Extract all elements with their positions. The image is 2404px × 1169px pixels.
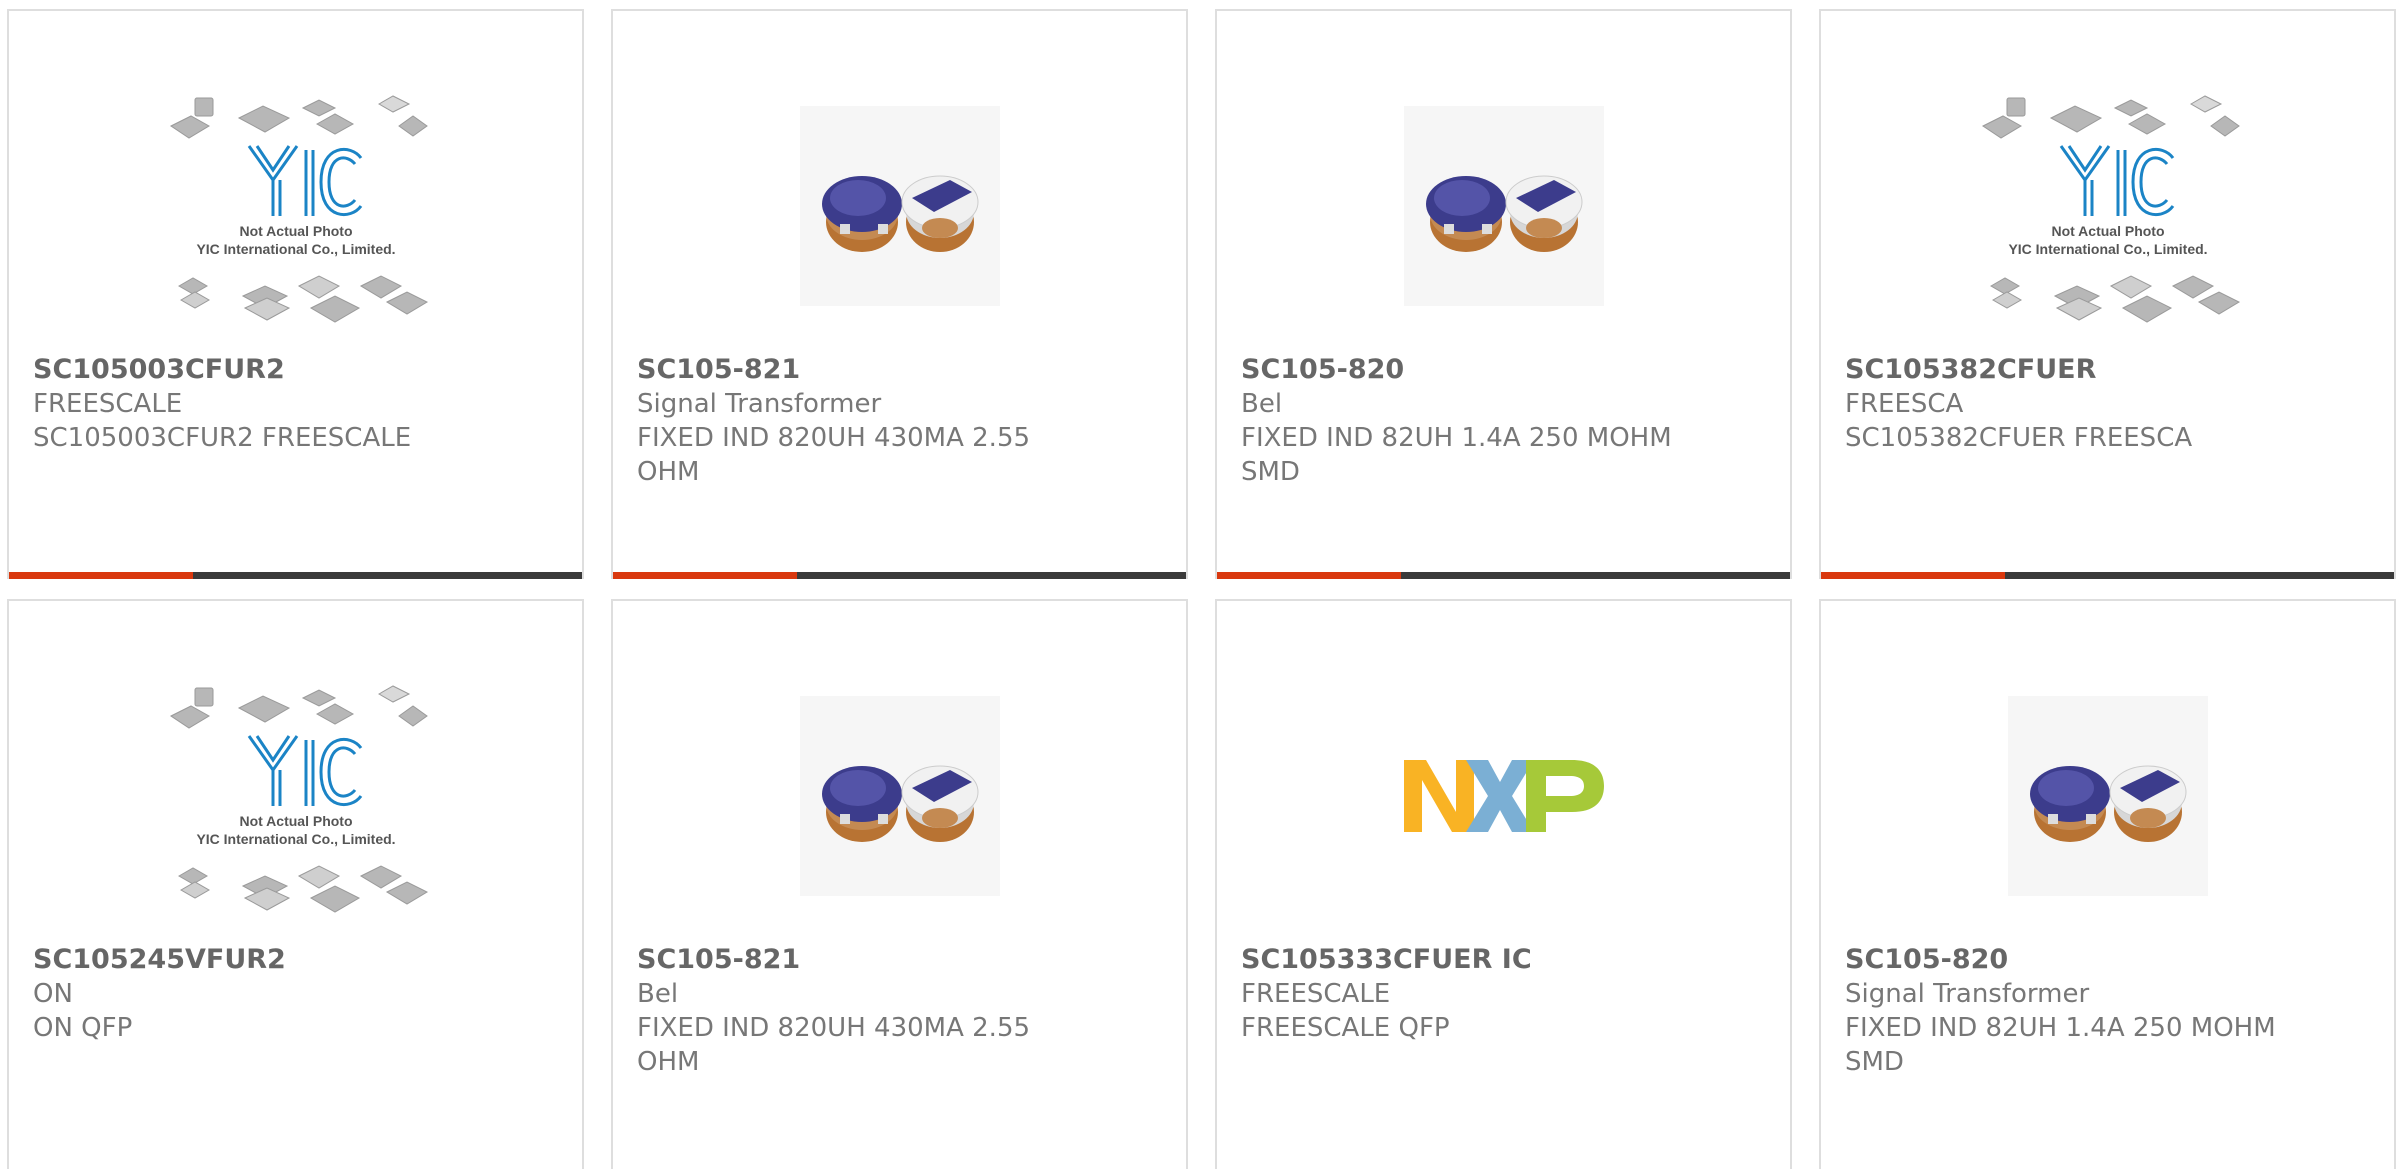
product-description: FIXED IND 82UH 1.4A 250 MOHM SMD [1845, 1013, 2276, 1077]
product-description: FIXED IND 820UH 430MA 2.55 OHM [637, 1013, 1031, 1077]
card-accent-bar [9, 572, 582, 579]
product-card[interactable]: SC105-821 Signal Transformer FIXED IND 8… [611, 9, 1188, 579]
inductor-photo-icon [800, 696, 1000, 896]
product-image[interactable] [1821, 61, 2394, 351]
card-accent-bar [1217, 572, 1790, 579]
product-card[interactable]: SC105003CFUR2 FREESCALE SC105003CFUR2 FR… [7, 9, 584, 579]
part-number[interactable]: SC105-820 [1845, 943, 2285, 977]
product-description: SC105003CFUR2 FREESCALE [33, 423, 412, 453]
product-card[interactable]: SC105333CFUER IC FREESCALE FREESCALE QFP [1215, 599, 1792, 1169]
brand-name: FREESCALE [33, 389, 183, 419]
yic-placeholder-icon [1973, 86, 2243, 326]
part-number[interactable]: SC105245VFUR2 [33, 943, 473, 977]
product-card[interactable]: SC105382CFUER FREESCA SC105382CFUER FREE… [1819, 9, 2396, 579]
product-image[interactable] [613, 61, 1186, 351]
product-card[interactable]: SC105-820 Signal Transformer FIXED IND 8… [1819, 599, 2396, 1169]
product-description: ON QFP [33, 1013, 133, 1043]
brand-name: Bel [637, 979, 679, 1009]
product-image[interactable] [1217, 61, 1790, 351]
product-image[interactable] [613, 651, 1186, 941]
part-number[interactable]: SC105-821 [637, 943, 1077, 977]
product-description: FREESCALE QFP [1241, 1013, 1450, 1043]
product-grid: SC105003CFUR2 FREESCALE SC105003CFUR2 FR… [0, 0, 2404, 1169]
product-image[interactable] [9, 651, 582, 941]
inductor-photo-icon [2008, 696, 2208, 896]
nxp-logo-icon [1404, 756, 1604, 836]
part-number[interactable]: SC105-821 [637, 353, 1077, 387]
brand-name: FREESCALE [1241, 979, 1391, 1009]
product-description: SC105382CFUER FREESCA [1845, 423, 2193, 453]
part-number[interactable]: SC105333CFUER IC [1241, 943, 1681, 977]
product-card[interactable]: SC105-821 Bel FIXED IND 820UH 430MA 2.55… [611, 599, 1188, 1169]
brand-name: ON [33, 979, 73, 1009]
product-description: FIXED IND 820UH 430MA 2.55 OHM [637, 423, 1031, 487]
card-accent-bar [613, 572, 1186, 579]
brand-name: FREESCA [1845, 389, 1964, 419]
brand-name: Signal Transformer [637, 389, 882, 419]
yic-placeholder-icon [161, 676, 431, 916]
part-number[interactable]: SC105382CFUER [1845, 353, 2285, 387]
product-image[interactable] [9, 61, 582, 351]
inductor-photo-icon [1404, 106, 1604, 306]
yic-placeholder-icon [161, 86, 431, 326]
product-image[interactable] [1217, 651, 1790, 941]
product-card[interactable]: SC105245VFUR2 ON ON QFP [7, 599, 584, 1169]
brand-name: Signal Transformer [1845, 979, 2090, 1009]
part-number[interactable]: SC105-820 [1241, 353, 1681, 387]
card-accent-bar [1821, 572, 2394, 579]
product-card[interactable]: SC105-820 Bel FIXED IND 82UH 1.4A 250 MO… [1215, 9, 1792, 579]
product-image[interactable] [1821, 651, 2394, 941]
inductor-photo-icon [800, 106, 1000, 306]
product-description: FIXED IND 82UH 1.4A 250 MOHM SMD [1241, 423, 1672, 487]
part-number[interactable]: SC105003CFUR2 [33, 353, 473, 387]
brand-name: Bel [1241, 389, 1283, 419]
